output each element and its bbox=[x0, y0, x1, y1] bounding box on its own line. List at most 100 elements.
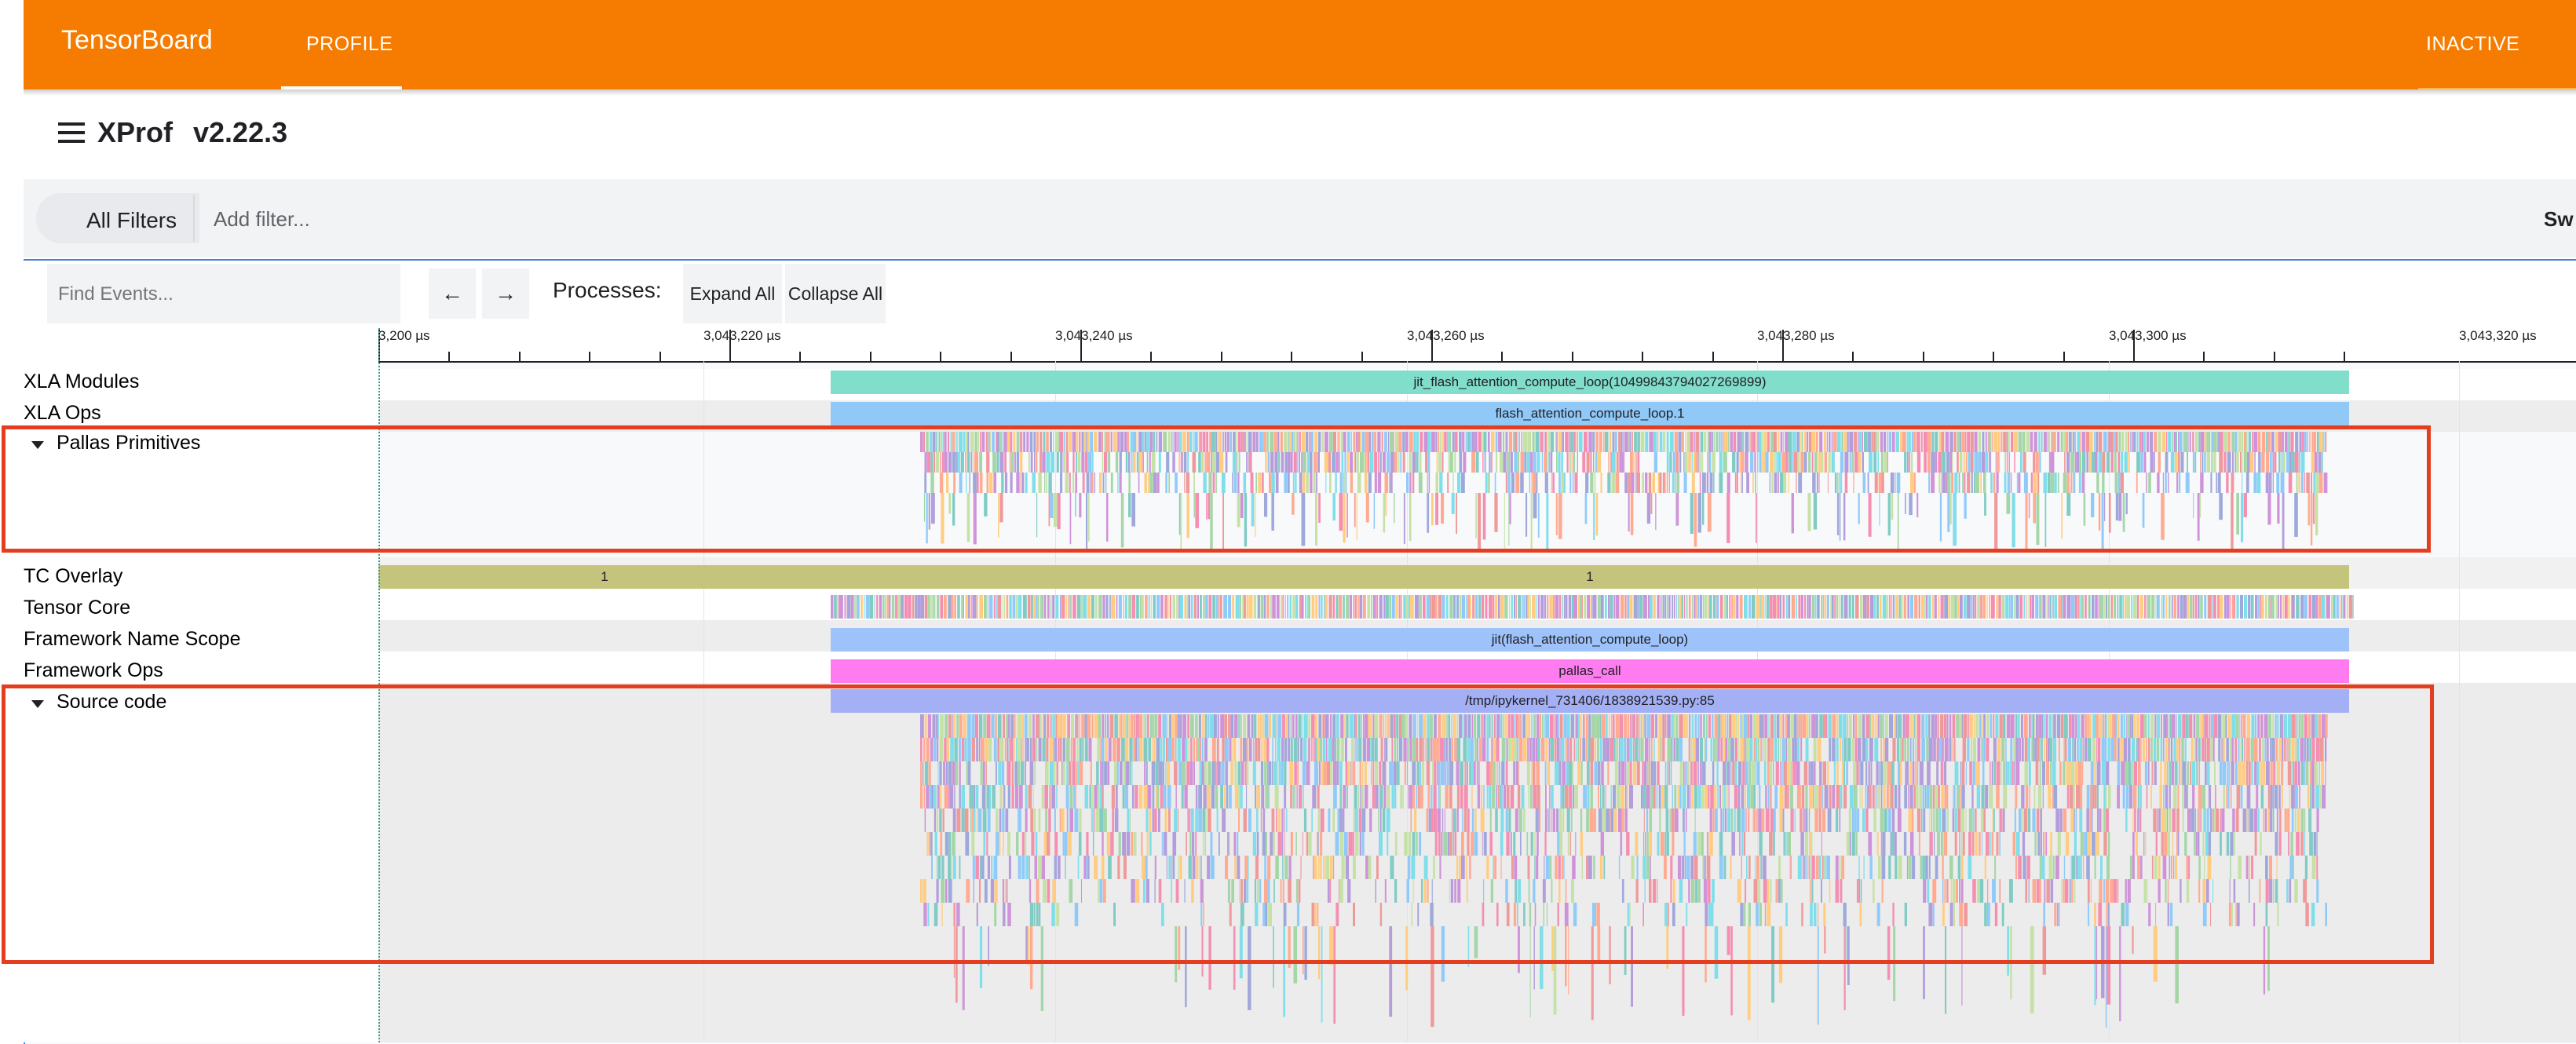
trace-event bbox=[1423, 595, 1426, 619]
trace-event bbox=[1584, 595, 1587, 619]
trace-event bbox=[2278, 595, 2279, 619]
next-event-button[interactable]: → bbox=[482, 268, 529, 319]
trace-event bbox=[2315, 595, 2318, 619]
trace-event bbox=[1565, 595, 1568, 619]
inactive-dropdown[interactable]: INACTIVE bbox=[2418, 0, 2576, 89]
trace-event bbox=[2260, 595, 2261, 619]
trace-event bbox=[1153, 595, 1156, 619]
trace-event bbox=[2240, 595, 2243, 619]
trace-event bbox=[1873, 595, 1876, 619]
event-tc-overlay[interactable]: 1 bbox=[831, 565, 2349, 589]
trace-event bbox=[1284, 595, 1286, 619]
trace-event bbox=[1410, 595, 1414, 619]
trace-event bbox=[1980, 595, 1982, 619]
track-label-framework-name-scope[interactable]: Framework Name Scope bbox=[24, 628, 240, 651]
trace-event bbox=[1495, 595, 1498, 619]
tab-profile[interactable]: PROFILE bbox=[281, 0, 402, 89]
track-label-tensor-core[interactable]: Tensor Core bbox=[24, 597, 130, 619]
trace-event bbox=[1865, 595, 1867, 619]
trace-event bbox=[2147, 595, 2151, 619]
track-label-xla-ops[interactable]: XLA Ops bbox=[24, 402, 101, 425]
menu-icon[interactable] bbox=[58, 122, 85, 144]
trace-event bbox=[1472, 595, 1475, 619]
expand-all-button[interactable]: Expand All bbox=[683, 264, 782, 323]
trace-event bbox=[1967, 595, 1971, 619]
collapse-all-button[interactable]: Collapse All bbox=[785, 264, 886, 323]
trace-event bbox=[1050, 595, 1052, 619]
event-xla-op[interactable]: flash_attention_compute_loop.1 bbox=[831, 402, 2349, 425]
track-label-tc-overlay[interactable]: TC Overlay bbox=[24, 565, 122, 588]
trace-event bbox=[2321, 595, 2326, 619]
trace-event bbox=[1977, 595, 1981, 619]
event-xla-module[interactable]: jit_flash_attention_compute_loop(1049984… bbox=[831, 371, 2349, 394]
trace-event bbox=[1686, 595, 1688, 619]
trace-event bbox=[924, 595, 928, 619]
trace-event bbox=[1449, 595, 1453, 619]
trace-event bbox=[1785, 595, 1788, 619]
trace-event bbox=[1788, 595, 1791, 619]
trace-event bbox=[940, 595, 944, 619]
trace-event bbox=[1729, 595, 1731, 619]
trace-event bbox=[1498, 595, 1500, 619]
trace-event bbox=[1299, 595, 1302, 619]
trace-event bbox=[865, 595, 869, 619]
track-label-xla-modules[interactable]: XLA Modules bbox=[24, 371, 139, 393]
trace-event bbox=[1169, 595, 1171, 619]
ruler-tick bbox=[1361, 352, 1363, 361]
trace-event bbox=[2107, 595, 2110, 619]
trace-event bbox=[1581, 595, 1583, 619]
trace-event bbox=[948, 595, 952, 619]
trace-event bbox=[1620, 595, 1624, 619]
trace-event bbox=[1419, 595, 1422, 619]
trace-event bbox=[1087, 595, 1091, 619]
trace-event bbox=[844, 595, 846, 619]
trace-event bbox=[1553, 595, 1555, 619]
trace-event bbox=[2333, 595, 2336, 619]
trace-event bbox=[2187, 595, 2190, 619]
ruler-tick bbox=[1782, 330, 1784, 361]
trace-event bbox=[1860, 595, 1863, 619]
trace-event bbox=[1357, 595, 1359, 619]
event-framework-op[interactable]: pallas_call bbox=[831, 659, 2349, 683]
trace-event bbox=[1683, 595, 1686, 619]
app-brand[interactable]: TensorBoard bbox=[61, 25, 213, 56]
ruler-tick bbox=[589, 352, 591, 361]
trace-event bbox=[2243, 595, 2248, 619]
time-ruler[interactable]: 3,200 µs 3,043,220 µs 3,043,240 µs 3,043… bbox=[378, 328, 2576, 363]
trace-event bbox=[1295, 595, 1299, 619]
all-filters-button[interactable]: All Filters bbox=[36, 193, 199, 243]
trace-event bbox=[2296, 595, 2300, 619]
event-name-scope[interactable]: jit(flash_attention_compute_loop) bbox=[831, 628, 2349, 652]
trace-event bbox=[1193, 595, 1197, 619]
track-label-framework-ops[interactable]: Framework Ops bbox=[24, 659, 163, 682]
trace-event bbox=[1249, 595, 1253, 619]
trace-event bbox=[2326, 595, 2330, 619]
trace-event bbox=[2308, 595, 2312, 619]
filter-bar-right-button[interactable]: Sw bbox=[2544, 207, 2574, 232]
trace-event bbox=[1759, 595, 1761, 619]
event-tc-overlay[interactable]: 1 bbox=[378, 565, 831, 589]
trace-event bbox=[1304, 595, 1307, 619]
trace-event bbox=[897, 595, 901, 619]
tensor-core-events[interactable] bbox=[831, 595, 2354, 620]
prev-event-button[interactable]: ← bbox=[429, 268, 476, 319]
find-events-field[interactable] bbox=[47, 264, 400, 325]
trace-event bbox=[2023, 595, 2025, 619]
trace-event bbox=[882, 595, 885, 619]
trace-event bbox=[1227, 595, 1232, 619]
trace-event bbox=[1562, 595, 1564, 619]
add-filter-input[interactable]: Add filter... bbox=[214, 207, 310, 232]
trace-event bbox=[1699, 595, 1702, 619]
find-events-input[interactable] bbox=[57, 264, 397, 325]
trace-event bbox=[1691, 595, 1694, 619]
trace-event bbox=[1500, 595, 1504, 619]
trace-event bbox=[1610, 595, 1613, 619]
trace-event bbox=[1102, 595, 1105, 619]
trace-event bbox=[1379, 595, 1383, 619]
trace-event bbox=[2066, 595, 2071, 619]
trace-event bbox=[2288, 595, 2289, 619]
trace-event bbox=[2177, 595, 2180, 619]
trace-event bbox=[2092, 595, 2095, 619]
trace-event bbox=[2005, 595, 2009, 619]
trace-event bbox=[1383, 595, 1386, 619]
